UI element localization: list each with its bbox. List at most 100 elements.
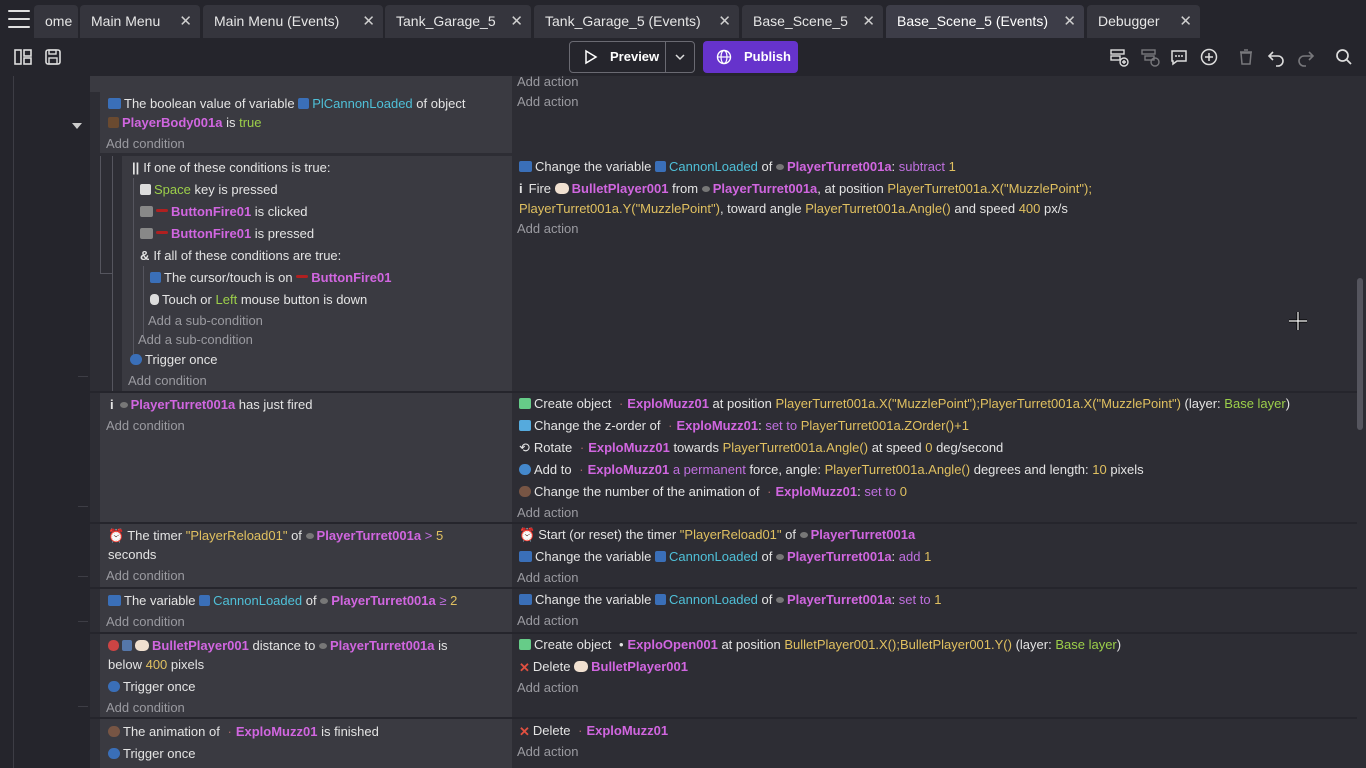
close-icon[interactable]: ✕: [510, 5, 523, 38]
operator-text: set to: [898, 592, 931, 607]
add-action-link[interactable]: Add action: [517, 743, 578, 761]
action-row[interactable]: Change the z-order of · ExploMuzz01: set …: [519, 417, 969, 435]
vertical-scrollbar[interactable]: [1357, 278, 1363, 430]
search-icon[interactable]: [1334, 47, 1354, 67]
action-row[interactable]: ✕ Delete · ExploMuzz01: [519, 722, 668, 740]
undo-icon[interactable]: [1266, 47, 1286, 67]
add-condition-link[interactable]: Add condition: [128, 372, 207, 390]
condition-row[interactable]: Trigger once: [130, 351, 218, 369]
collapse-arrow-icon[interactable]: [72, 123, 82, 129]
close-icon[interactable]: ✕: [718, 5, 731, 38]
condition-row[interactable]: The cursor/touch is on ButtonFire01: [150, 269, 391, 287]
add-action-link[interactable]: Add action: [517, 220, 578, 238]
condition-row[interactable]: PlayerBody001a is true: [108, 114, 262, 132]
tab-tank-garage-events[interactable]: Tank_Garage_5 (Events) ✕: [534, 5, 739, 38]
condition-row[interactable]: i PlayerTurret001a has just fired: [110, 396, 313, 414]
tab-tank-garage[interactable]: Tank_Garage_5 ✕: [385, 5, 531, 38]
action-row[interactable]: Change the variable CannonLoaded of Play…: [519, 548, 931, 566]
add-action-link[interactable]: Add action: [517, 679, 578, 697]
action-row[interactable]: Add to · ExploMuzz01 a permanent force, a…: [519, 461, 1144, 479]
redo-icon[interactable]: [1296, 47, 1316, 67]
tab-label: Debugger: [1098, 13, 1160, 29]
condition-row-continued[interactable]: seconds: [108, 546, 156, 564]
close-icon[interactable]: ✕: [862, 5, 875, 38]
variable-icon: [519, 161, 532, 172]
or-condition-row[interactable]: || If one of these conditions is true:: [132, 159, 330, 177]
close-icon[interactable]: ✕: [362, 5, 375, 38]
action-text: Create object: [534, 637, 612, 652]
condition-row[interactable]: ⏰ The timer "PlayerReload01" of PlayerTur…: [108, 527, 443, 545]
close-icon[interactable]: ✕: [179, 5, 192, 38]
action-row[interactable]: Create object · ExploMuzz01 at position P…: [519, 395, 1290, 413]
action-row[interactable]: ⏰ Start (or reset) the timer "PlayerReloa…: [519, 526, 915, 544]
add-condition-link[interactable]: Add condition: [106, 613, 185, 631]
preview-button[interactable]: Preview: [569, 41, 666, 73]
variable-label: CannonLoaded: [668, 592, 758, 607]
condition-row[interactable]: ButtonFire01 is pressed: [140, 225, 314, 243]
add-subevent-icon[interactable]: [1140, 47, 1160, 67]
tab-home[interactable]: ome: [34, 5, 78, 38]
add-action-link[interactable]: Add action: [517, 73, 578, 91]
action-row[interactable]: ✕ Delete BulletPlayer001: [519, 658, 688, 676]
delete-icon[interactable]: [1236, 47, 1256, 67]
condition-row-continued[interactable]: below 400 pixels: [108, 656, 204, 674]
condition-row[interactable]: ButtonFire01 is clicked: [140, 203, 308, 221]
condition-row[interactable]: Space key is pressed: [140, 181, 278, 199]
add-comment-icon[interactable]: [1169, 47, 1189, 67]
condition-text: below: [108, 657, 142, 672]
tab-base-scene[interactable]: Base_Scene_5 ✕: [742, 5, 883, 38]
close-icon[interactable]: ✕: [1179, 5, 1192, 38]
save-icon[interactable]: [43, 47, 63, 67]
condition-row[interactable]: Touch or Left mouse button is down: [150, 291, 367, 309]
condition-row[interactable]: Trigger once: [108, 678, 196, 696]
preview-dropdown-button[interactable]: [665, 41, 695, 73]
add-condition-link[interactable]: Add condition: [106, 699, 185, 717]
tab-debugger[interactable]: Debugger ✕: [1087, 5, 1200, 38]
add-condition-link[interactable]: Add condition: [106, 567, 185, 585]
unit-text: seconds: [108, 547, 157, 562]
publish-button[interactable]: Publish: [703, 41, 798, 73]
tab-label: Base_Scene_5 (Events): [897, 13, 1048, 29]
add-action-link[interactable]: Add action: [517, 569, 578, 587]
add-event-icon[interactable]: [1109, 47, 1129, 67]
project-manager-icon[interactable]: [13, 47, 33, 67]
expression-text: PlayerTurret001a.X("MuzzlePoint");Player…: [775, 396, 1181, 411]
object-icon: [119, 402, 128, 408]
add-condition-link[interactable]: Add condition: [106, 417, 185, 435]
add-subcondition-link[interactable]: Add a sub-condition: [148, 312, 263, 330]
add-action-link[interactable]: Add action: [517, 93, 578, 111]
condition-row[interactable]: BulletPlayer001 distance to PlayerTurret…: [108, 637, 448, 655]
condition-row[interactable]: The variable CannonLoaded of PlayerTurre…: [108, 592, 457, 610]
and-condition-row[interactable]: & If all of these conditions are true:: [140, 247, 341, 265]
action-row-continued[interactable]: PlayerTurret001a.Y("MuzzlePoint"), towar…: [519, 200, 1068, 218]
add-action-link[interactable]: Add action: [517, 504, 578, 522]
condition-text: The boolean value of variable: [124, 96, 295, 111]
action-row[interactable]: Change the variable CannonLoaded of Play…: [519, 158, 956, 176]
animation-icon: [108, 726, 120, 737]
object-icon: [296, 275, 309, 278]
create-object-icon: [519, 398, 531, 409]
mouse-icon: [150, 294, 159, 305]
add-icon[interactable]: [1199, 47, 1219, 67]
action-text: at position: [721, 637, 781, 652]
object-icon: [320, 598, 329, 604]
close-icon[interactable]: ✕: [1063, 5, 1076, 38]
action-row[interactable]: Change the number of the animation of · E…: [519, 483, 907, 501]
action-row[interactable]: ⟲ Rotate · ExploMuzz01 towards PlayerTurre…: [519, 439, 1003, 457]
tab-base-scene-events[interactable]: Base_Scene_5 (Events) ✕: [886, 5, 1084, 38]
condition-row[interactable]: The boolean value of variable PlCannonLo…: [108, 95, 465, 113]
add-condition-link[interactable]: Add condition: [106, 135, 185, 153]
object-icon: [318, 643, 327, 649]
tab-main-menu[interactable]: Main Menu ✕: [80, 5, 200, 38]
action-row[interactable]: Change the variable CannonLoaded of Play…: [519, 591, 941, 609]
condition-row[interactable]: The animation of · ExploMuzz01 is finishe…: [108, 723, 379, 741]
tab-main-menu-events[interactable]: Main Menu (Events) ✕: [203, 5, 383, 38]
menu-icon[interactable]: [8, 10, 30, 28]
condition-row[interactable]: Trigger once: [108, 745, 196, 763]
action-row[interactable]: i Fire BulletPlayer001 from PlayerTurret0…: [519, 180, 1092, 198]
action-text: at position: [712, 396, 772, 411]
add-action-link[interactable]: Add action: [517, 612, 578, 630]
expression-text: PlayerTurret001a.Angle(): [805, 201, 951, 216]
add-subcondition-link[interactable]: Add a sub-condition: [138, 331, 253, 349]
action-row[interactable]: Create object • ExploOpen001 at position …: [519, 636, 1121, 654]
